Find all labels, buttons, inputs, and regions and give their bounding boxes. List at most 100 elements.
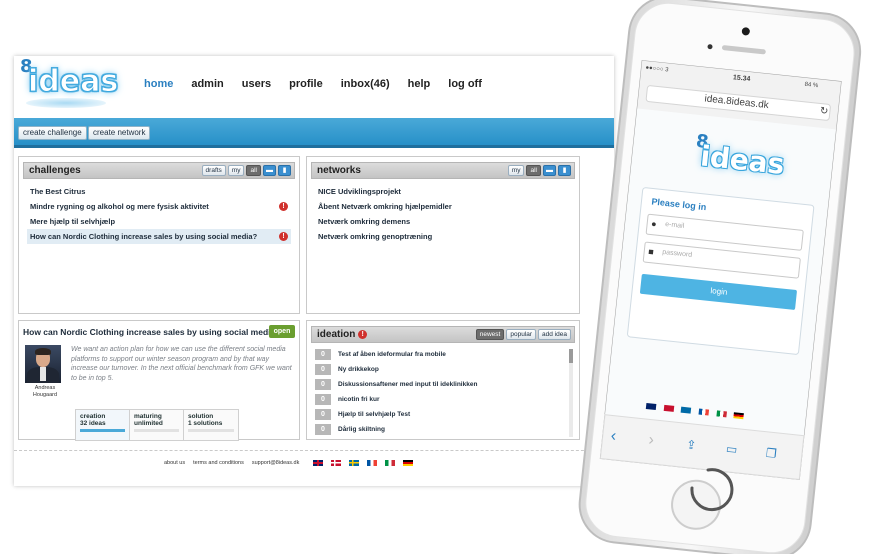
ideation-header: ideation ! newest popular add idea	[311, 326, 575, 343]
battery-level: 84 %	[804, 81, 819, 90]
nav-profile[interactable]: profile	[289, 78, 323, 90]
stage-value: 32 ideas	[80, 420, 106, 427]
stage-creation[interactable]: creation 32 ideas	[76, 410, 130, 440]
folder-icon[interactable]: ▬	[543, 165, 556, 176]
network-label: Åbent Netværk omkring hjælpemidler	[318, 202, 452, 211]
uk-flag-icon[interactable]	[313, 460, 324, 466]
author-name: Andreas Hougaard	[25, 385, 65, 399]
carrier-signal: ●●○○○ 3	[645, 65, 669, 74]
network-label: Netværk omkring genoptræning	[318, 232, 433, 241]
network-label: NICE Udviklingsprojekt	[318, 187, 401, 196]
network-item[interactable]: NICE Udviklingsprojekt	[315, 184, 571, 199]
detail-title: How can Nordic Clothing increase sales b…	[23, 327, 281, 337]
filter-my-button[interactable]: my	[507, 165, 525, 176]
create-network-button[interactable]: create network	[88, 126, 151, 140]
filter-all-button[interactable]: all	[246, 165, 261, 176]
danish-flag-icon[interactable]	[331, 460, 342, 466]
filter-drafts-button[interactable]: drafts	[201, 165, 226, 176]
filter-all-button[interactable]: all	[526, 165, 541, 176]
idea-row[interactable]: 0 Hjælp til selvhjælp Test	[315, 407, 563, 422]
network-label: Netværk omkring demens	[318, 217, 411, 226]
nav-help[interactable]: help	[408, 78, 431, 90]
screenshot: 8 ideas home admin users profile inbox(4…	[0, 0, 882, 554]
challenge-item[interactable]: Mere hjælp til selvhjælp	[27, 214, 291, 229]
email-input[interactable]: e-mail	[665, 221, 685, 230]
alert-icon: !	[279, 232, 288, 241]
login-title: Please log in	[651, 196, 707, 213]
uk-flag-icon[interactable]	[645, 402, 657, 411]
lock-icon: ■	[647, 246, 655, 257]
forward-icon[interactable]: ›	[648, 431, 655, 449]
author-last-name: Hougaard	[32, 392, 58, 398]
network-item[interactable]: Netværk omkring genoptræning	[315, 229, 571, 244]
about-link[interactable]: about us	[164, 460, 185, 466]
stage-name: maturing	[134, 413, 162, 420]
stage-maturing[interactable]: maturing unlimited	[130, 410, 184, 440]
share-icon[interactable]: ⇪	[686, 437, 697, 452]
network-item[interactable]: Åbent Netværk omkring hjælpemidler	[315, 199, 571, 214]
support-email-link[interactable]: support@8ideas.dk	[252, 460, 299, 466]
folder-icon[interactable]: ▬	[263, 165, 276, 176]
french-flag-icon[interactable]	[367, 460, 378, 466]
avatar	[25, 345, 61, 383]
idea-row[interactable]: 0 Diskussionsaftener med input til idekli…	[315, 377, 563, 392]
nav-log-off[interactable]: log off	[448, 78, 482, 90]
idea-row[interactable]: 0 nicotin fri kur	[315, 392, 563, 407]
tabs-icon[interactable]: ❐	[765, 446, 777, 461]
create-challenge-button[interactable]: create challenge	[18, 126, 87, 140]
swedish-flag-icon[interactable]	[680, 406, 692, 414]
challenge-item[interactable]: The Best Citrus	[27, 184, 291, 199]
challenges-title: challenges	[29, 165, 81, 176]
german-flag-icon[interactable]	[733, 412, 745, 420]
networks-panel: networks my all ▬ ▮ NICE Udviklingsproje…	[306, 156, 580, 314]
italian-flag-icon[interactable]	[385, 460, 396, 466]
trash-icon[interactable]: ▮	[278, 165, 291, 176]
reload-icon[interactable]: ↻	[819, 106, 828, 118]
challenge-label: How can Nordic Clothing increase sales b…	[30, 232, 258, 241]
italian-flag-icon[interactable]	[716, 410, 727, 418]
idea-row[interactable]: 0 Ny drikkekop	[315, 362, 563, 377]
mobile-phone: ●●○○○ 3 15.34 84 % idea.8ideas.dk ↻ 8 id…	[562, 0, 878, 554]
vote-count: 0	[315, 409, 331, 420]
idea-label: Test af åben ideformular fra mobile	[338, 351, 446, 358]
password-input[interactable]: password	[662, 249, 693, 259]
idea-label: Ny drikkekop	[338, 366, 379, 373]
clock-time: 15.34	[732, 74, 751, 84]
challenge-label: Mindre rygning og alkohol og mere fysisk…	[30, 202, 209, 211]
nav-users[interactable]: users	[242, 78, 271, 90]
networks-header: networks my all ▬ ▮	[311, 162, 575, 179]
idea-row[interactable]: 0 Test af åben ideformular fra mobile	[315, 347, 563, 362]
detail-description: We want an action plan for how we can us…	[71, 346, 292, 382]
alert-icon: !	[358, 329, 368, 339]
danish-flag-icon[interactable]	[663, 404, 674, 412]
challenge-item[interactable]: Mindre rygning og alkohol og mere fysisk…	[27, 199, 291, 214]
phone-logo-word: ideas	[698, 139, 787, 182]
open-button[interactable]: open	[269, 325, 295, 338]
swedish-flag-icon[interactable]	[349, 460, 360, 466]
nav-home[interactable]: home	[144, 78, 173, 90]
main-nav: home admin users profile inbox(46) help …	[144, 78, 482, 90]
url-bar[interactable]: idea.8ideas.dk	[704, 93, 769, 111]
filter-my-button[interactable]: my	[227, 165, 245, 176]
login-button[interactable]: login	[710, 286, 728, 297]
challenges-list: The Best Citrus Mindre rygning og alkoho…	[27, 184, 291, 244]
network-item[interactable]: Netværk omkring demens	[315, 214, 571, 229]
stage-name: solution	[188, 413, 214, 420]
german-flag-icon[interactable]	[403, 460, 414, 466]
back-icon[interactable]: ‹	[610, 428, 617, 446]
tab-popular[interactable]: popular	[506, 329, 537, 340]
french-flag-icon[interactable]	[698, 408, 710, 416]
bookmarks-icon[interactable]: ▭	[725, 442, 738, 457]
user-icon: ●	[650, 218, 658, 230]
nav-admin[interactable]: admin	[191, 78, 223, 90]
tab-newest[interactable]: newest	[475, 329, 505, 340]
networks-list: NICE Udviklingsprojekt Åbent Netværk omk…	[315, 184, 571, 244]
nav-inbox[interactable]: inbox(46)	[341, 78, 390, 90]
ideation-panel: ideation ! newest popular add idea 0 Test…	[306, 320, 580, 440]
idea-row[interactable]: 0 Dårlig skiltning	[315, 422, 563, 437]
challenge-item-selected[interactable]: How can Nordic Clothing increase sales b…	[27, 229, 291, 244]
stage-solution[interactable]: solution 1 solutions	[184, 410, 238, 440]
terms-link[interactable]: terms and conditions	[193, 460, 244, 466]
logo[interactable]: 8 ideas	[18, 56, 119, 110]
idea-label: Diskussionsaftener med input til ideklin…	[338, 381, 478, 388]
